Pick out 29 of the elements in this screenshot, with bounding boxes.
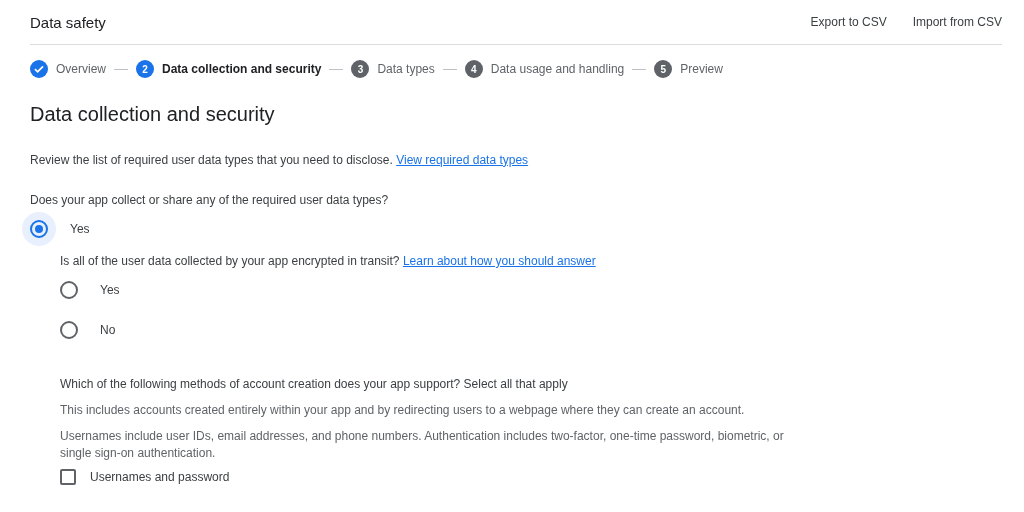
step-tab[interactable]: Data usage and handling xyxy=(490,62,625,76)
step-number: 5 xyxy=(654,60,673,78)
radio-button[interactable] xyxy=(60,321,78,339)
step-tab[interactable]: Overview xyxy=(56,62,106,76)
note-text: Usernames include user IDs, email addresses, and phone numbers. Authentication includes two-factor, one-time password, biometric, or single sign-on authentication. xyxy=(60,428,785,462)
option-label: Yes xyxy=(70,222,90,236)
view-data-types-link[interactable]: View required data types xyxy=(396,152,529,167)
question-text: Is all of the user data collected by your app encrypted in transit? Learn about how you should answer xyxy=(60,253,597,270)
option-label: Usernames and password xyxy=(90,470,230,484)
step-number: 4 xyxy=(464,60,483,78)
option-label: No xyxy=(100,323,116,337)
intro-text: Review the list of required user data types that you need to disclose. View required data types xyxy=(30,151,529,169)
note-text: This includes accounts created entirely within your app and by redirecting users to a webpage where they can create an account. xyxy=(60,402,746,419)
step-number: 3 xyxy=(351,60,370,78)
option-label: Yes xyxy=(100,283,120,297)
header-action-button[interactable]: Export to CSV xyxy=(810,11,887,33)
section-heading: Data collection and security xyxy=(30,103,276,126)
checkbox[interactable] xyxy=(60,469,76,485)
radio-button[interactable] xyxy=(30,220,48,238)
question-text: Does your app collect or share any of the required user data types? xyxy=(30,192,390,209)
radio-button[interactable] xyxy=(60,281,78,299)
step-number: 2 xyxy=(136,60,154,78)
step-tab[interactable]: Data collection and security xyxy=(162,62,322,76)
learn-link[interactable]: Learn about how you should answer xyxy=(402,254,596,268)
question-text: Which of the following methods of account creation does your app support? Select all that apply xyxy=(60,376,569,393)
step-tab[interactable]: Data types xyxy=(377,62,435,76)
step-tab[interactable]: Preview xyxy=(680,62,723,76)
page-title: Data safety xyxy=(30,13,107,31)
header-action-button[interactable]: Import from CSV xyxy=(912,11,1002,33)
